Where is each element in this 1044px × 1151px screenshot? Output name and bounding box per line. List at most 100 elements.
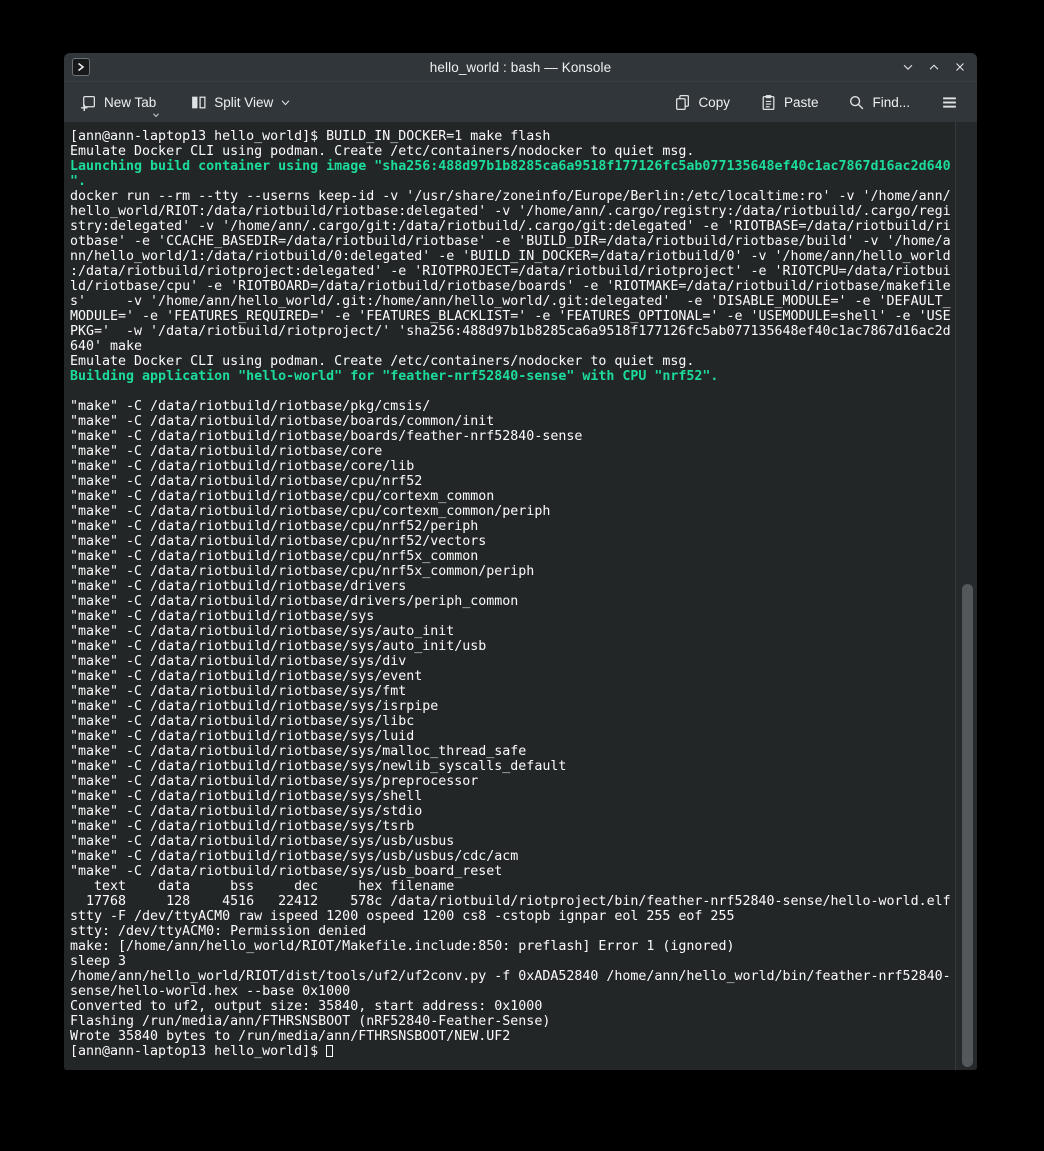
terminal-line: Wrote 35840 bytes to /run/media/ann/FTHR… <box>70 1029 954 1044</box>
terminal-line: "make" -C /data/riotbuild/riotbase/drive… <box>70 579 954 594</box>
terminal-line: "make" -C /data/riotbuild/riotbase/drive… <box>70 594 954 609</box>
terminal-line: "make" -C /data/riotbuild/riotbase/sys/t… <box>70 819 954 834</box>
terminal-line: "make" -C /data/riotbuild/riotbase/sys/l… <box>70 714 954 729</box>
terminal-line: "make" -C /data/riotbuild/riotbase/board… <box>70 429 954 444</box>
terminal-line: "make" -C /data/riotbuild/riotbase/cpu/n… <box>70 549 954 564</box>
terminal-line: "make" -C /data/riotbuild/riotbase/cpu/c… <box>70 504 954 519</box>
terminal-cursor <box>326 1045 333 1057</box>
paste-clipboard-icon <box>760 94 777 111</box>
terminal-line: ld/riotbase/cpu' -e 'RIOTBOARD=/data/rio… <box>70 279 954 294</box>
terminal-line: Emulate Docker CLI using podman. Create … <box>70 354 954 369</box>
terminal-line: "make" -C /data/riotbuild/riotbase/sys/s… <box>70 804 954 819</box>
terminal-line: [ann@ann-laptop13 hello_world]$ BUILD_IN… <box>70 129 954 144</box>
terminal-line: "make" -C /data/riotbuild/riotbase/pkg/c… <box>70 399 954 414</box>
terminal-line: MODULE=' -e 'FEATURES_REQUIRED=' -e 'FEA… <box>70 309 954 324</box>
chevron-up-icon <box>927 60 941 74</box>
new-tab-label: New Tab <box>104 95 156 110</box>
terminal-line: "make" -C /data/riotbuild/riotbase/sys/u… <box>70 849 954 864</box>
terminal-line: 17768 128 4516 22412 578c /data/riotbuil… <box>70 894 954 909</box>
terminal-output: [ann@ann-laptop13 hello_world]$ BUILD_IN… <box>70 129 954 1070</box>
terminal-line: ". <box>70 174 954 189</box>
terminal-line: 640' make <box>70 339 954 354</box>
scrollbar-track[interactable] <box>955 122 977 1070</box>
terminal-line: "make" -C /data/riotbuild/riotbase/sys/a… <box>70 624 954 639</box>
terminal-line: :/data/riotbuild/riotproject:delegated' … <box>70 264 954 279</box>
terminal-line: "make" -C /data/riotbuild/riotbase/cpu/n… <box>70 474 954 489</box>
view-split-icon <box>190 94 207 111</box>
terminal-line: "make" -C /data/riotbuild/riotbase/cpu/n… <box>70 534 954 549</box>
maximize-button[interactable] <box>925 58 943 76</box>
terminal-line: "make" -C /data/riotbuild/riotbase/sys/i… <box>70 699 954 714</box>
split-view-button[interactable]: Split View <box>186 92 295 113</box>
terminal-viewport[interactable]: [ann@ann-laptop13 hello_world]$ BUILD_IN… <box>64 122 977 1070</box>
terminal-line: otbase' -e 'CCACHE_BASEDIR=/data/riotbui… <box>70 234 954 249</box>
new-tab-button[interactable]: New Tab <box>76 92 160 113</box>
minimize-button[interactable] <box>899 58 917 76</box>
menu-button[interactable] <box>936 92 963 113</box>
terminal-line: sleep 3 <box>70 954 954 969</box>
terminal-line: "make" -C /data/riotbuild/riotbase/core/… <box>70 459 954 474</box>
terminal-line: Emulate Docker CLI using podman. Create … <box>70 144 954 159</box>
terminal-line: sense/hello-world.hex --base 0x1000 <box>70 984 954 999</box>
toolbar-left-group: New Tab Split View <box>76 92 295 113</box>
titlebar[interactable]: hello_world : bash — Konsole <box>64 53 977 81</box>
terminal-line <box>70 384 954 399</box>
window-controls <box>899 53 969 81</box>
terminal-line: Launching build container using image "s… <box>70 159 954 174</box>
terminal-prompt-icon <box>75 61 87 73</box>
chevron-down-icon <box>280 97 291 108</box>
find-label: Find... <box>872 95 910 110</box>
paste-label: Paste <box>784 95 819 110</box>
terminal-line: "make" -C /data/riotbuild/riotbase/sys/f… <box>70 684 954 699</box>
terminal-line: "make" -C /data/riotbuild/riotbase/sys/m… <box>70 744 954 759</box>
terminal-line: /home/ann/hello_world/RIOT/dist/tools/uf… <box>70 969 954 984</box>
terminal-line: Building application "hello-world" for "… <box>70 369 954 384</box>
terminal-line: Flashing /run/media/ann/FTHRSNSBOOT (nRF… <box>70 1014 954 1029</box>
terminal-line: "make" -C /data/riotbuild/riotbase/sys <box>70 609 954 624</box>
terminal-line: s' -v '/home/ann/hello_world/.git:/home/… <box>70 294 954 309</box>
terminal-line: "make" -C /data/riotbuild/riotbase/sys/n… <box>70 759 954 774</box>
terminal-line: stty: /dev/ttyACM0: Permission denied <box>70 924 954 939</box>
terminal-line: "make" -C /data/riotbuild/riotbase/sys/u… <box>70 834 954 849</box>
terminal-line: hello_world/RIOT:/data/riotbuild/riotbas… <box>70 204 954 219</box>
toolbar: New Tab Split View <box>64 81 977 122</box>
terminal-line: "make" -C /data/riotbuild/riotbase/cpu/c… <box>70 489 954 504</box>
split-view-label: Split View <box>214 95 273 110</box>
search-icon <box>848 94 865 111</box>
terminal-line: "make" -C /data/riotbuild/riotbase/sys/l… <box>70 729 954 744</box>
terminal-line: "make" -C /data/riotbuild/riotbase/sys/s… <box>70 789 954 804</box>
terminal-line: make: [/home/ann/hello_world/RIOT/Makefi… <box>70 939 954 954</box>
terminal-line: [ann@ann-laptop13 hello_world]$ <box>70 1044 954 1059</box>
find-button[interactable]: Find... <box>844 92 914 113</box>
konsole-window: hello_world : bash — Konsole <box>64 53 977 1070</box>
terminal-line: docker run --rm --tty --userns keep-id -… <box>70 189 954 204</box>
tab-new-icon <box>80 94 97 111</box>
chevron-down-icon <box>152 111 160 119</box>
terminal-line: text data bss dec hex filename <box>70 879 954 894</box>
terminal-line: stty -F /dev/ttyACM0 raw ispeed 1200 osp… <box>70 909 954 924</box>
terminal-line: "make" -C /data/riotbuild/riotbase/sys/p… <box>70 774 954 789</box>
terminal-line: "make" -C /data/riotbuild/riotbase/core <box>70 444 954 459</box>
scrollbar-thumb[interactable] <box>962 584 973 1067</box>
terminal-line: PKG=' -w '/data/riotbuild/riotproject/' … <box>70 324 954 339</box>
terminal-line: "make" -C /data/riotbuild/riotbase/cpu/n… <box>70 564 954 579</box>
konsole-app-icon[interactable] <box>72 58 90 76</box>
copy-icon <box>674 94 691 111</box>
terminal-line: "make" -C /data/riotbuild/riotbase/sys/d… <box>70 654 954 669</box>
terminal-line: nn/hello_world/1:/data/riotbuild/0:deleg… <box>70 249 954 264</box>
close-button[interactable] <box>951 58 969 76</box>
hamburger-menu-icon <box>940 94 959 111</box>
terminal-line: "make" -C /data/riotbuild/riotbase/board… <box>70 414 954 429</box>
toolbar-right-group: Copy Paste Find... <box>670 92 963 113</box>
copy-button[interactable]: Copy <box>670 92 734 113</box>
terminal-line: "make" -C /data/riotbuild/riotbase/sys/e… <box>70 669 954 684</box>
terminal-line: "make" -C /data/riotbuild/riotbase/sys/a… <box>70 639 954 654</box>
terminal-line: stry:delegated' -v '/home/ann/.cargo/git… <box>70 219 954 234</box>
x-icon <box>953 60 967 74</box>
terminal-line: "make" -C /data/riotbuild/riotbase/cpu/n… <box>70 519 954 534</box>
copy-label: Copy <box>698 95 730 110</box>
terminal-line: Converted to uf2, output size: 35840, st… <box>70 999 954 1014</box>
chevron-down-icon <box>901 60 915 74</box>
window-title: hello_world : bash — Konsole <box>64 60 977 75</box>
paste-button[interactable]: Paste <box>756 92 823 113</box>
